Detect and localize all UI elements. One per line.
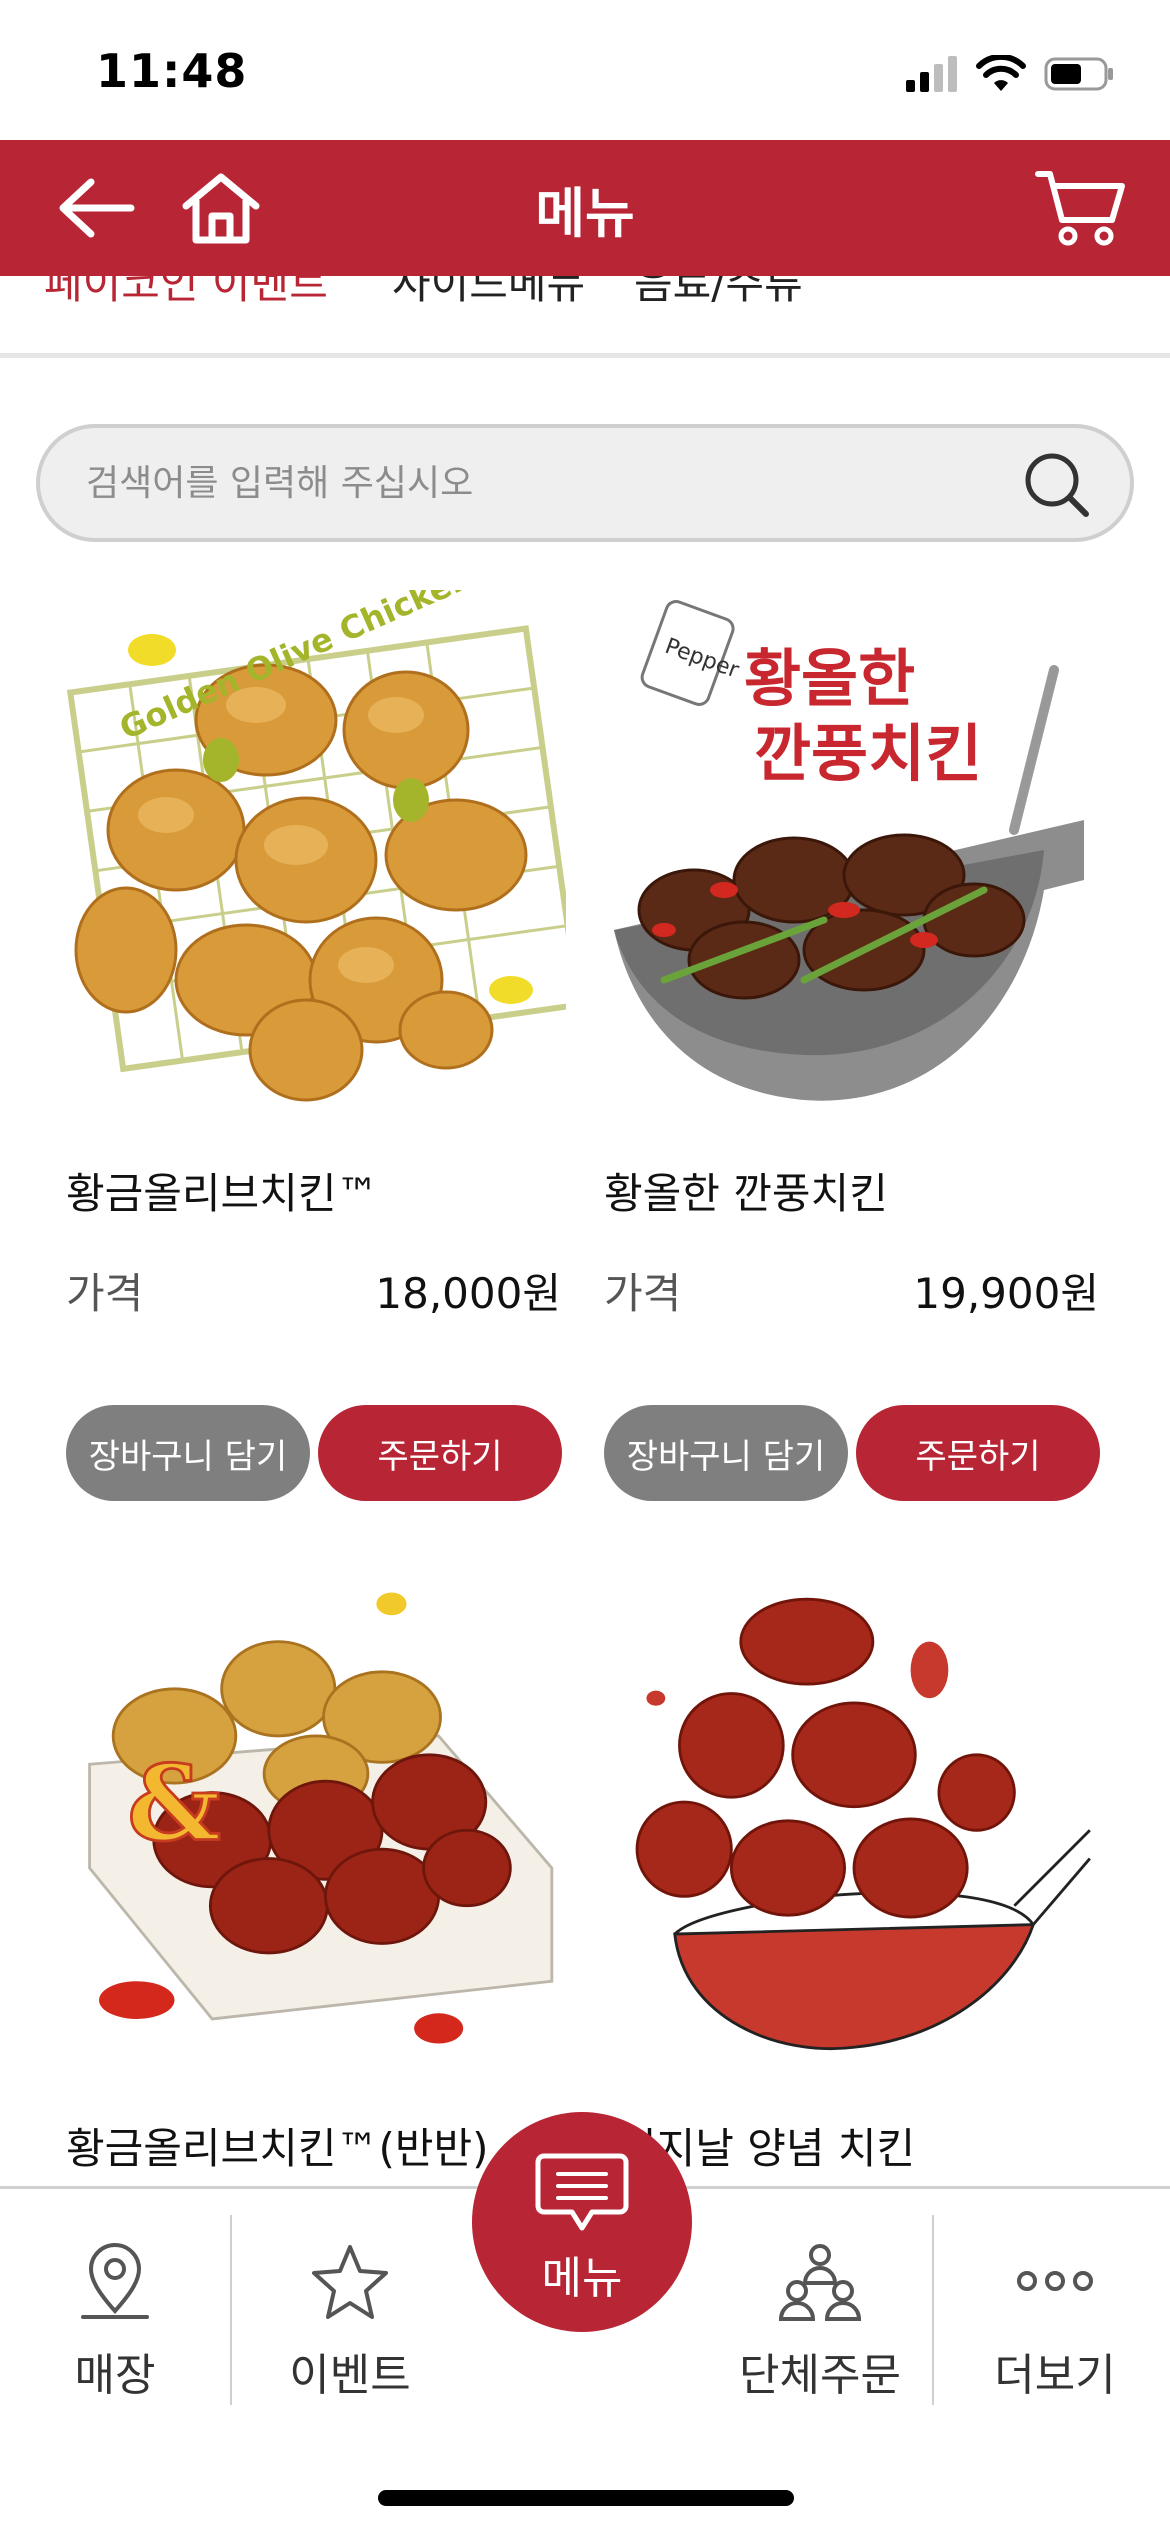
- search-bar: [36, 424, 1134, 542]
- price-label: 가격: [604, 1269, 682, 1318]
- location-pin-icon: [81, 2243, 149, 2319]
- price-row: 가격 19,900원: [604, 1260, 1099, 1318]
- app-header: 메뉴: [0, 140, 1170, 276]
- tab-payco-event[interactable]: 페이코인 이벤트: [44, 276, 328, 311]
- search-button[interactable]: [1022, 450, 1092, 520]
- nav-divider: [230, 2215, 232, 2405]
- status-time: 11:48: [96, 44, 248, 98]
- product-name: 황금올리브치킨™(반반): [66, 2124, 489, 2173]
- add-to-cart-button[interactable]: 장바구니 담기: [66, 1405, 310, 1501]
- nav-store[interactable]: 매장: [40, 2189, 190, 2429]
- menu-fab-button[interactable]: 메뉴: [472, 2112, 692, 2332]
- chat-bubble-icon: [535, 2153, 629, 2231]
- nav-group-order[interactable]: 단체주문: [720, 2189, 920, 2429]
- product-name: 황금올리브치킨™: [66, 1169, 379, 1218]
- nav-label: 단체주문: [739, 2350, 901, 2401]
- product-image: Pepper 황올한 깐풍치킨: [614, 600, 1084, 1101]
- product-card[interactable]: Pepper 황올한 깐풍치킨 황올한 깐풍치킨 가격 19,900원 장바구니…: [604, 590, 1104, 1510]
- image-title: 황올한: [744, 642, 915, 715]
- nav-more[interactable]: 더보기: [970, 2189, 1140, 2429]
- more-dots-icon: [1017, 2271, 1093, 2291]
- product-card[interactable]: & 황금올리브치킨™(반반): [66, 1585, 566, 2185]
- search-input[interactable]: [86, 428, 986, 538]
- battery-icon: [1044, 57, 1113, 91]
- product-card[interactable]: 리지날 양념 치킨: [604, 1585, 1104, 2185]
- cart-icon: [1035, 171, 1125, 246]
- price-label: 가격: [66, 1269, 144, 1318]
- nav-label: 더보기: [994, 2350, 1116, 2401]
- order-button[interactable]: 주문하기: [856, 1405, 1100, 1501]
- product-name: 황올한 깐풍치킨: [604, 1169, 888, 1218]
- price-value: 19,900원: [913, 1269, 1099, 1318]
- product-image: &: [88, 1592, 554, 2044]
- status-icons: [906, 52, 1114, 96]
- category-tabs: 페이코인 이벤트 사이드메뉴 음료/주류: [0, 276, 1170, 358]
- image-title-2: 깐풍치킨: [754, 717, 982, 790]
- star-icon: [312, 2245, 388, 2319]
- tab-drinks[interactable]: 음료/주류: [634, 276, 803, 311]
- product-card[interactable]: Golden Olive Chicken 황금올리브치킨™ 가격 18,000원…: [66, 590, 566, 1510]
- price-row: 가격 18,000원: [66, 1260, 561, 1318]
- search-icon: [1025, 453, 1089, 517]
- order-button[interactable]: 주문하기: [318, 1405, 562, 1501]
- signal-icon: [906, 56, 957, 92]
- status-bar: 11:48: [0, 0, 1170, 140]
- wifi-icon: [976, 55, 1026, 91]
- group-icon: [778, 2244, 862, 2321]
- tab-side-menu[interactable]: 사이드메뉴: [392, 276, 585, 311]
- nav-divider: [932, 2215, 934, 2405]
- price-value: 18,000원: [375, 1269, 561, 1318]
- nav-label: 이벤트: [289, 2350, 411, 2401]
- page-title: 메뉴: [535, 181, 635, 245]
- fab-label: 메뉴: [541, 2253, 623, 2304]
- image-caption: &: [127, 1744, 221, 1865]
- home-indicator: [378, 2490, 794, 2506]
- nav-event[interactable]: 이벤트: [270, 2189, 430, 2429]
- nav-label: 매장: [74, 2350, 156, 2401]
- cart-button[interactable]: [1030, 140, 1130, 276]
- product-image: Golden Olive Chicken: [66, 590, 566, 1102]
- add-to-cart-button[interactable]: 장바구니 담기: [604, 1405, 848, 1501]
- product-image: [635, 1597, 1091, 2051]
